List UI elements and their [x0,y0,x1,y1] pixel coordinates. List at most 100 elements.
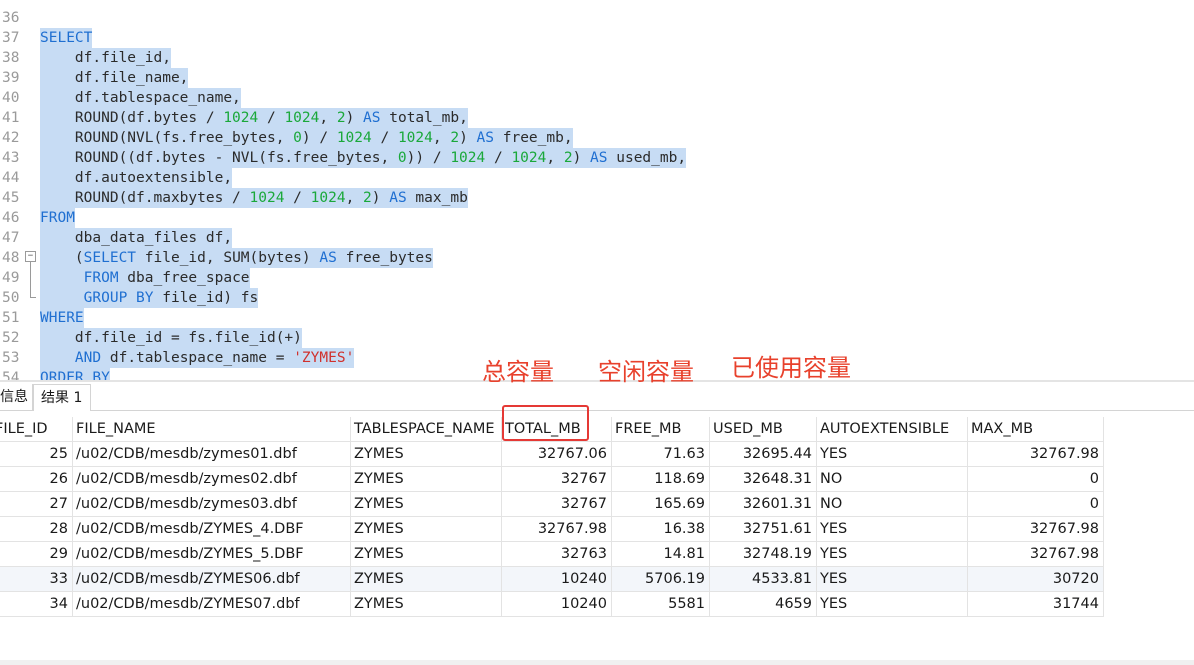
table-cell[interactable]: ZYMES [351,592,502,617]
table-cell[interactable]: YES [817,442,968,467]
tab-result-1[interactable]: 结果 1 [33,384,91,411]
table-cell[interactable]: 32767.98 [968,442,1104,467]
table-cell[interactable]: 34 [0,592,73,617]
table-cell[interactable]: ZYMES [351,467,502,492]
table-cell[interactable]: 32748.19 [710,542,817,567]
table-cell[interactable]: ZYMES [351,567,502,592]
table-cell[interactable]: 71.63 [612,442,710,467]
table-cell[interactable]: 32695.44 [710,442,817,467]
column-header-autoextensible[interactable]: AUTOEXTENSIBLE [817,417,968,442]
token-kw: ORDER BY [40,370,110,380]
table-cell[interactable]: 14.81 [612,542,710,567]
table-cell[interactable]: /u02/CDB/mesdb/ZYMES06.dbf [73,567,351,592]
table-row[interactable]: 27/u02/CDB/mesdb/zymes03.dbf ZYMES 32767 16… [0,492,1104,517]
table-cell[interactable]: 0 [968,467,1104,492]
table-cell[interactable]: 31744 [968,592,1104,617]
table-cell[interactable]: 29 [0,542,73,567]
code-line: 46 FROM [0,208,1194,228]
table-row[interactable]: 33/u02/CDB/mesdb/ZYMES06.dbf ZYMES 10240 57… [0,567,1104,592]
table-cell[interactable]: 30720 [968,567,1104,592]
table-cell[interactable]: /u02/CDB/mesdb/zymes02.dbf [73,467,351,492]
table-row[interactable]: 25/u02/CDB/mesdb/zymes01.dbf ZYMES 32767.0… [0,442,1104,467]
line-number: 37 [2,30,20,46]
table-cell[interactable]: 5581 [612,592,710,617]
table-cell[interactable]: 16.38 [612,517,710,542]
table-cell[interactable]: 10240 [502,567,612,592]
table-cell[interactable]: NO [817,467,968,492]
column-header-file-name[interactable]: FILE_NAME [73,417,351,442]
table-cell[interactable]: 32767 [502,467,612,492]
table-cell[interactable]: 4533.81 [710,567,817,592]
line-number: 51 [2,310,20,326]
token: df.file_id = fs.file_id(+) [40,330,302,346]
token-kw: AS [590,150,608,166]
code-text: df.file_id, [40,48,171,68]
table-row[interactable]: 34/u02/CDB/mesdb/ZYMES07.dbf ZYMES 10240 55… [0,592,1104,617]
token-num: 1024 [397,130,433,146]
table-cell[interactable]: 32767.98 [968,517,1104,542]
line-number: 45 [2,190,20,206]
table-row[interactable]: 29/u02/CDB/mesdb/ZYMES_5.DBF ZYMES 32763 14… [0,542,1104,567]
table-cell[interactable]: YES [817,567,968,592]
table-cell[interactable]: 26 [0,467,73,492]
table-cell[interactable]: /u02/CDB/mesdb/ZYMES07.dbf [73,592,351,617]
table-cell[interactable]: YES [817,517,968,542]
fold-collapse-icon[interactable]: − [25,251,36,262]
code-text: FROM [40,208,75,228]
table-cell[interactable]: 32767.06 [502,442,612,467]
table-cell[interactable]: NO [817,492,968,517]
table-cell[interactable]: 25 [0,442,73,467]
token: file_id) fs [153,290,259,306]
code-line: 49 FROM dba_free_space [0,268,1194,288]
table-cell[interactable]: 10240 [502,592,612,617]
table-cell[interactable]: 32767.98 [968,542,1104,567]
line-number: 49 [2,270,20,286]
column-header-file-id[interactable]: FILE_ID [0,417,73,442]
table-cell[interactable]: 28 [0,517,73,542]
table-cell[interactable]: 32767.98 [502,517,612,542]
table-row[interactable]: 28/u02/CDB/mesdb/ZYMES_4.DBF ZYMES 32767.9… [0,517,1104,542]
table-cell[interactable]: 32648.31 [710,467,817,492]
table-row[interactable]: 26/u02/CDB/mesdb/zymes02.dbf ZYMES 32767 11… [0,467,1104,492]
table-cell[interactable]: 165.69 [612,492,710,517]
table-cell[interactable]: /u02/CDB/mesdb/ZYMES_5.DBF [73,542,351,567]
horizontal-scrollbar[interactable] [0,660,1194,665]
line-number: 36 [2,10,20,26]
code-text: FROM dba_free_space [40,268,250,288]
table-cell[interactable]: 118.69 [612,467,710,492]
column-header-free-mb[interactable]: FREE_MB [612,417,710,442]
code-line: 54 ORDER BY [0,368,1194,380]
table-cell[interactable]: ZYMES [351,492,502,517]
line-number: 38 [2,50,20,66]
table-cell[interactable]: 4659 [710,592,817,617]
sql-editor[interactable]: 36 37 SELECT 38 df.file_id, 39 df.file_name,… [0,0,1194,380]
table-cell[interactable]: 27 [0,492,73,517]
table-cell[interactable]: ZYMES [351,517,502,542]
table-cell[interactable]: 32767 [502,492,612,517]
code-text: df.autoextensible, [40,168,233,188]
column-header-max-mb[interactable]: MAX_MB [968,417,1104,442]
token: ROUND(NVL(fs.free_bytes, [40,130,294,146]
table-cell[interactable]: 32751.61 [710,517,817,542]
table-cell[interactable]: YES [817,592,968,617]
line-number: 52 [2,330,20,346]
table-cell[interactable]: 32763 [502,542,612,567]
table-cell[interactable]: ZYMES [351,542,502,567]
table-cell[interactable]: 0 [968,492,1104,517]
table-cell[interactable]: /u02/CDB/mesdb/ZYMES_4.DBF [73,517,351,542]
table-cell[interactable]: 32601.31 [710,492,817,517]
table-cell[interactable]: 5706.19 [612,567,710,592]
table-cell[interactable]: /u02/CDB/mesdb/zymes03.dbf [73,492,351,517]
tab-messages[interactable]: 信息 [0,384,33,410]
table-cell[interactable]: 33 [0,567,73,592]
code-text: AND df.tablespace_name = 'ZYMES' [40,348,355,368]
table-cell[interactable]: ZYMES [351,442,502,467]
column-header-tablespace-name[interactable]: TABLESPACE_NAME [351,417,502,442]
annotation-free-capacity: 空闲容量 [598,358,694,386]
table-cell[interactable]: YES [817,542,968,567]
column-header-used-mb[interactable]: USED_MB [710,417,817,442]
table-cell[interactable]: /u02/CDB/mesdb/zymes01.dbf [73,442,351,467]
line-number: 46 [2,210,20,226]
code-text: ORDER BY [40,368,110,380]
